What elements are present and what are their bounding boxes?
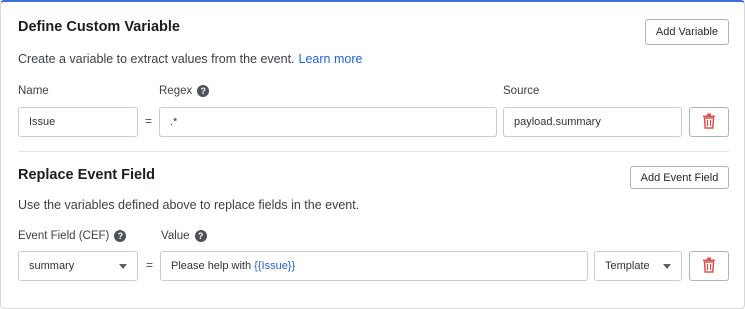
value-help-icon[interactable]: ?: [194, 230, 207, 242]
delete-event-field-button[interactable]: [689, 251, 729, 281]
event-field-select[interactable]: summary: [18, 251, 138, 281]
chevron-down-icon: [119, 263, 127, 269]
event-field-help-icon[interactable]: ?: [114, 230, 127, 242]
value-type-select[interactable]: Template: [594, 251, 682, 281]
trash-icon: [702, 113, 716, 132]
variable-name-input[interactable]: Issue: [18, 107, 138, 137]
add-event-field-button[interactable]: Add Event Field: [630, 166, 729, 189]
section1-description: Create a variable to extract values from…: [18, 52, 362, 66]
value-template-variable: {{Issue}}: [254, 260, 296, 272]
source-label-text: Source: [503, 85, 540, 97]
trash-icon: [702, 257, 716, 276]
regex-label-text: Regex: [159, 85, 193, 97]
name-label: Name: [18, 85, 49, 97]
source-label: Source: [503, 85, 539, 97]
section-divider: [19, 151, 729, 152]
event-field-label-text: Event Field (CEF): [18, 230, 110, 242]
chevron-down-icon: [663, 263, 671, 269]
add-variable-button[interactable]: Add Variable: [645, 19, 729, 45]
regex-label: Regex ?: [159, 85, 210, 97]
regex-input[interactable]: .*: [159, 107, 497, 137]
name-label-text: Name: [18, 85, 49, 97]
equals-sign: =: [146, 258, 154, 272]
regex-help-icon[interactable]: ?: [197, 85, 210, 97]
value-label: Value ?: [161, 230, 207, 242]
equals-sign: =: [145, 114, 153, 128]
value-type-select-value: Template: [605, 260, 650, 272]
section2-description: Use the variables defined above to repla…: [18, 198, 360, 212]
custom-variable-panel: Define Custom Variable Add Variable Crea…: [0, 0, 745, 309]
delete-variable-button[interactable]: [689, 107, 729, 137]
section1-description-text: Create a variable to extract values from…: [18, 52, 295, 66]
event-field-label: Event Field (CEF) ?: [18, 230, 127, 242]
replace-event-field-heading: Replace Event Field: [18, 167, 155, 183]
value-template-text: Please help with: [171, 260, 255, 272]
source-input[interactable]: payload.summary: [503, 107, 682, 137]
event-field-select-value: summary: [29, 260, 75, 272]
define-custom-variable-heading: Define Custom Variable: [18, 19, 180, 35]
learn-more-link[interactable]: Learn more: [299, 52, 363, 66]
value-template-input[interactable]: Please help with {{Issue}}: [160, 251, 588, 281]
value-label-text: Value: [161, 230, 190, 242]
